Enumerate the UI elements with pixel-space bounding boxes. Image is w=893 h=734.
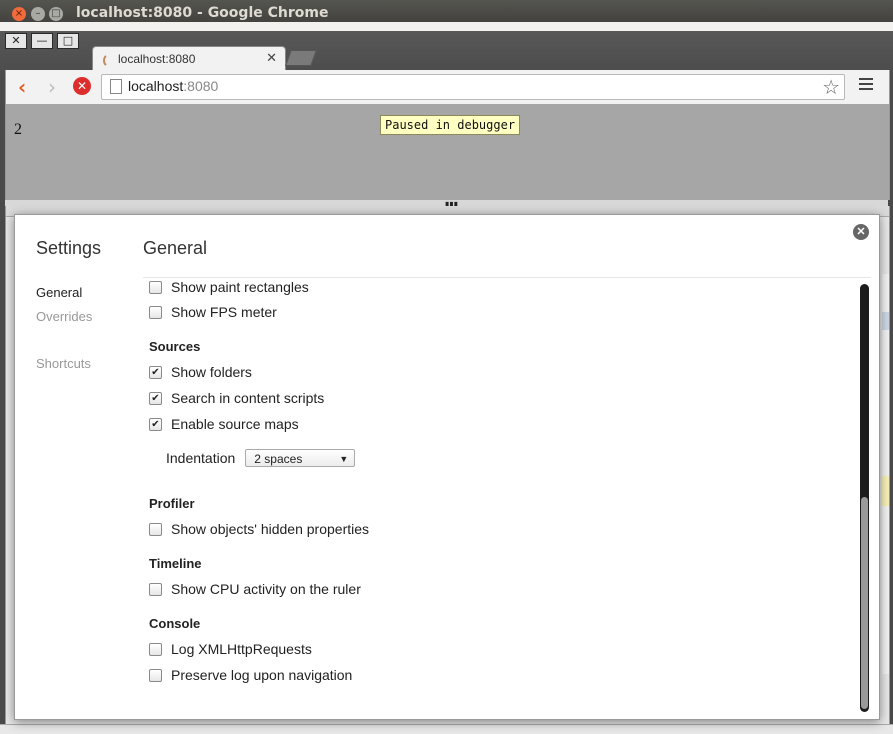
settings-content: Show paint rectangles Show FPS meter Sou…: [143, 279, 859, 719]
setting-show-hidden-properties[interactable]: Show objects' hidden properties: [149, 520, 369, 538]
setting-label: Enable source maps: [171, 416, 299, 432]
settings-close-icon[interactable]: ✕: [853, 224, 869, 240]
window-minimize-icon[interactable]: –: [31, 7, 45, 21]
scrollbar-thumb[interactable]: [861, 497, 868, 709]
paused-debugger-badge: Paused in debugger: [380, 115, 521, 135]
settings-scrollbar[interactable]: [860, 284, 869, 712]
setting-enable-source-maps[interactable]: ✔ Enable source maps: [149, 415, 299, 433]
stop-loading-icon[interactable]: ✕: [73, 77, 91, 95]
checkbox[interactable]: [149, 668, 162, 682]
setting-preserve-log[interactable]: Preserve log upon navigation: [149, 666, 352, 684]
setting-log-xhr[interactable]: Log XMLHttpRequests: [149, 640, 312, 658]
page-content-text: 2: [14, 121, 22, 138]
setting-show-folders[interactable]: ✔ Show folders: [149, 363, 252, 381]
setting-show-fps-meter[interactable]: Show FPS meter: [149, 303, 277, 321]
settings-title: Settings: [36, 238, 102, 258]
loading-spinner-icon: [103, 53, 118, 68]
bookmark-star-icon[interactable]: ☆: [822, 75, 840, 99]
url-port: :8080: [183, 78, 219, 94]
chrome-maximize-button[interactable]: □: [57, 33, 79, 49]
checkbox[interactable]: [149, 305, 162, 319]
devtools-highlight-row: [882, 476, 889, 506]
settings-nav-general[interactable]: General: [36, 285, 82, 300]
settings-section-title: General: [143, 238, 208, 258]
chrome-minimize-button[interactable]: —: [31, 33, 53, 49]
checkbox-checked[interactable]: ✔: [149, 391, 162, 405]
checkbox-checked[interactable]: ✔: [149, 365, 162, 379]
page-icon: [110, 79, 122, 94]
dropdown-arrow-icon: ▼: [339, 454, 349, 464]
settings-dialog: Settings General Overrides Shortcuts Gen…: [14, 214, 880, 720]
window-title: localhost:8080 - Google Chrome: [76, 5, 329, 21]
group-title-profiler: Profiler: [149, 496, 195, 511]
chrome-close-button[interactable]: ✕: [5, 33, 27, 49]
settings-nav-overrides[interactable]: Overrides: [36, 309, 92, 324]
setting-label: Show folders: [171, 364, 252, 380]
address-bar[interactable]: localhost:8080 ☆: [101, 74, 845, 100]
setting-label: Preserve log upon navigation: [171, 667, 353, 683]
devtools-sidebar-edge: [882, 274, 889, 674]
indentation-label: Indentation: [166, 450, 236, 466]
browser-tab[interactable]: localhost:8080 ✕: [92, 46, 286, 73]
checkbox[interactable]: [149, 642, 162, 656]
setting-cpu-activity[interactable]: Show CPU activity on the ruler: [149, 580, 361, 598]
setting-label: Show paint rectangles: [171, 279, 309, 295]
chrome-menu-icon[interactable]: [859, 78, 873, 92]
setting-search-content-scripts[interactable]: ✔ Search in content scripts: [149, 389, 324, 407]
checkbox[interactable]: [149, 522, 162, 536]
url-text[interactable]: localhost:8080: [128, 78, 218, 94]
setting-label: Show CPU activity on the ruler: [171, 581, 361, 597]
frame-divider: [0, 22, 893, 31]
devtools-selected-row: [882, 312, 889, 330]
forward-arrow-icon[interactable]: ›: [48, 75, 56, 99]
setting-label: Show objects' hidden properties: [171, 521, 370, 537]
checkbox[interactable]: [149, 280, 162, 294]
checkbox-checked[interactable]: ✔: [149, 417, 162, 431]
setting-label: Show FPS meter: [171, 304, 277, 320]
setting-label: Search in content scripts: [171, 390, 325, 406]
indentation-select[interactable]: 2 spaces ▼: [245, 449, 356, 467]
checkbox[interactable]: [149, 582, 162, 596]
window-maximize-icon[interactable]: □: [49, 7, 63, 21]
tab-close-icon[interactable]: ✕: [266, 51, 277, 66]
back-arrow-icon[interactable]: ‹: [18, 75, 26, 99]
settings-nav-shortcuts[interactable]: Shortcuts: [36, 356, 91, 371]
url-host: localhost: [128, 78, 184, 94]
tab-title: localhost:8080: [118, 52, 196, 66]
group-title-sources: Sources: [149, 339, 201, 354]
group-title-console: Console: [149, 616, 201, 631]
indentation-value: 2 spaces: [254, 452, 303, 466]
setting-label: Log XMLHttpRequests: [171, 641, 312, 657]
window-close-icon[interactable]: ×: [12, 7, 26, 21]
setting-show-paint-rectangles[interactable]: Show paint rectangles: [149, 279, 309, 296]
browser-toolbar: ‹ › ✕ localhost:8080 ☆: [5, 70, 890, 104]
page-viewport: 2 Paused in debugger: [5, 104, 890, 200]
settings-header-divider: [143, 277, 871, 278]
group-title-timeline: Timeline: [149, 556, 202, 571]
setting-indentation: Indentation 2 spaces ▼: [166, 448, 356, 468]
